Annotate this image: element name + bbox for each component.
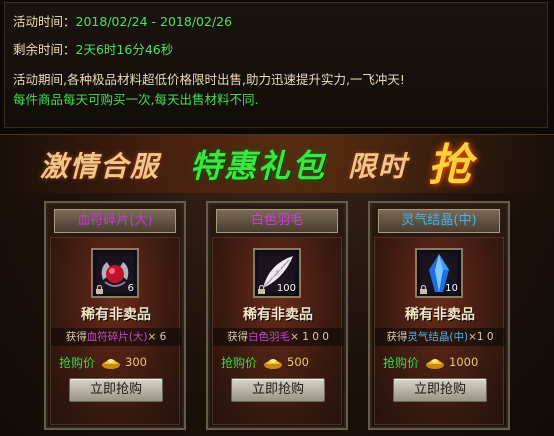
remaining-time-value: 2天6时16分46秒 [75, 42, 174, 57]
obtain-text: 获得灵气结晶(中)×1 0 [375, 328, 505, 346]
obtain-quantity: ×1 0 [468, 331, 494, 343]
item-slot[interactable]: 10 [415, 248, 463, 298]
event-time-row: 活动时间：2018/02/24 - 2018/02/26 [13, 11, 232, 30]
item-card-body: 6 稀有非卖品 获得血符碎片(大)× 6 抢购价 300 立即抢购 [50, 237, 181, 425]
item-title: 白色羽毛 [216, 209, 338, 233]
price-label: 抢购价 [59, 356, 96, 370]
event-time-value: 2018/02/24 - 2018/02/26 [75, 14, 233, 29]
item-quantity: 100 [276, 283, 296, 294]
banner-text-3: 限时 [348, 150, 409, 183]
item-title: 血符碎片(大) [54, 209, 176, 233]
banner-text-4: 抢 [428, 140, 474, 191]
item-card: 灵气结晶(中) 10 稀有非卖品 获得灵气结晶(中)×1 0 抢购价 1000 … [368, 201, 510, 430]
obtain-quantity: × 1 0 0 [290, 331, 329, 343]
price-value: 500 [287, 355, 309, 369]
event-description: 活动期间,各种极品材料超低价格限时出售,助力迅速提升实力,一飞冲天! [13, 72, 405, 87]
price-row: 抢购价 1000 [383, 350, 501, 374]
sale-panel: 激情合服 特惠礼包 限时 抢 血符碎片(大) 6 稀有非卖品 获得血符碎片(大)… [0, 134, 554, 436]
item-card: 血符碎片(大) 6 稀有非卖品 获得血符碎片(大)× 6 抢购价 300 立即抢… [44, 201, 186, 430]
obtain-item-name: 白色羽毛 [248, 331, 291, 343]
buy-now-button[interactable]: 立即抢购 [69, 378, 163, 402]
rarity-label: 稀有非卖品 [405, 307, 475, 323]
obtain-text: 获得白色羽毛× 1 0 0 [213, 328, 343, 346]
obtain-text: 获得血符碎片(大)× 6 [51, 328, 181, 346]
obtain-prefix: 获得 [386, 331, 408, 343]
event-purchase-rule: 每件商品每天可购买一次,每天出售材料不同. [13, 92, 259, 107]
banner-text-1: 激情合服 [40, 150, 161, 183]
rarity-label: 稀有非卖品 [243, 307, 313, 323]
obtain-prefix: 获得 [65, 331, 87, 343]
lock-icon [96, 285, 103, 294]
remaining-time-label: 剩余时间： [13, 42, 76, 57]
item-slot[interactable]: 6 [91, 248, 139, 298]
remaining-time-row: 剩余时间：2天6时16分46秒 [13, 39, 173, 58]
price-label: 抢购价 [221, 356, 258, 370]
item-slot[interactable]: 100 [253, 248, 301, 298]
lock-icon [258, 285, 265, 294]
item-card-body: 100 稀有非卖品 获得白色羽毛× 1 0 0 抢购价 500 立即抢购 [212, 237, 343, 425]
gold-ingot-icon [102, 359, 120, 369]
buy-now-button[interactable]: 立即抢购 [231, 378, 325, 402]
gold-ingot-icon [264, 359, 282, 369]
item-card-body: 10 稀有非卖品 获得灵气结晶(中)×1 0 抢购价 1000 立即抢购 [374, 237, 505, 425]
item-title: 灵气结晶(中) [378, 209, 500, 233]
rarity-label: 稀有非卖品 [81, 307, 151, 323]
banner-text-2: 特惠礼包 [190, 147, 327, 185]
item-card: 白色羽毛 100 稀有非卖品 获得白色羽毛× 1 0 0 抢购价 500 立即抢… [206, 201, 348, 430]
lock-icon [420, 285, 427, 294]
item-quantity: 10 [445, 283, 458, 294]
price-label: 抢购价 [383, 356, 420, 370]
event-info-panel: 活动时间：2018/02/24 - 2018/02/26 剩余时间：2天6时16… [4, 2, 548, 128]
obtain-item-name: 灵气结晶(中) [407, 331, 469, 343]
price-row: 抢购价 500 [221, 350, 339, 374]
promo-banner: 激情合服 特惠礼包 限时 抢 [0, 135, 554, 193]
buy-now-button[interactable]: 立即抢购 [393, 378, 487, 402]
price-row: 抢购价 300 [59, 350, 177, 374]
obtain-item-name: 血符碎片(大) [86, 331, 148, 343]
event-window: 活动时间：2018/02/24 - 2018/02/26 剩余时间：2天6时16… [0, 0, 554, 436]
event-time-label: 活动时间： [13, 14, 76, 29]
item-quantity: 6 [127, 283, 134, 294]
obtain-prefix: 获得 [227, 331, 249, 343]
gold-ingot-icon [426, 359, 444, 369]
price-value: 1000 [449, 355, 479, 369]
price-value: 300 [125, 355, 147, 369]
obtain-quantity: × 6 [147, 331, 167, 343]
